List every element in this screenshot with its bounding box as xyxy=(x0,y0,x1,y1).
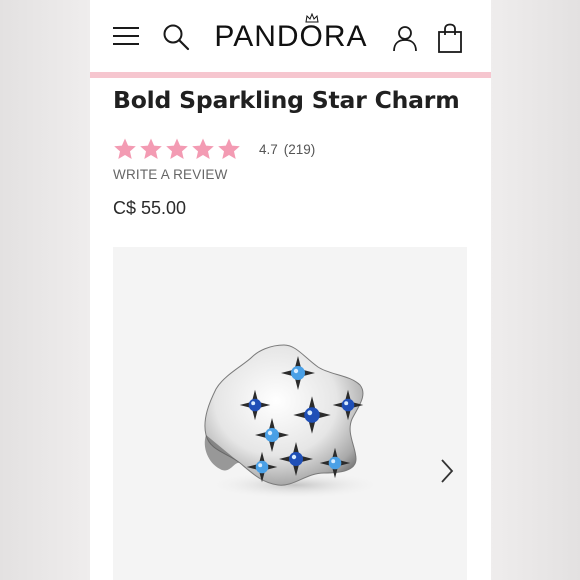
menu-icon[interactable] xyxy=(113,26,139,46)
product-page: PANDORA Bold Sparkling Star Charm 4.7 (21… xyxy=(90,0,491,580)
search-icon[interactable] xyxy=(162,23,190,51)
star-icon xyxy=(114,138,136,159)
product-price: C$ 55.00 xyxy=(113,198,187,218)
shopping-bag-icon[interactable] xyxy=(437,23,463,53)
star-charm-image xyxy=(204,344,380,499)
star-icon xyxy=(140,138,162,159)
header-divider xyxy=(90,72,491,78)
star-icon xyxy=(166,138,188,159)
write-review-link[interactable]: WRITE A REVIEW xyxy=(113,167,228,182)
account-icon[interactable] xyxy=(391,24,419,52)
site-header: PANDORA xyxy=(90,0,491,73)
star-icon xyxy=(218,138,240,159)
background-left xyxy=(0,0,90,580)
star-rating[interactable] xyxy=(113,136,241,164)
product-image-gallery[interactable] xyxy=(113,247,467,580)
star-icon xyxy=(192,138,214,159)
product-title: Bold Sparkling Star Charm xyxy=(113,86,460,114)
review-count: (219) xyxy=(283,142,316,157)
background-right xyxy=(490,0,580,580)
chevron-right-icon[interactable] xyxy=(439,458,455,484)
rating-value: 4.7 xyxy=(259,142,278,157)
crown-icon xyxy=(305,13,319,23)
brand-logo[interactable]: PANDORA xyxy=(208,19,374,55)
rating-summary[interactable]: 4.7 (219) xyxy=(259,142,321,157)
